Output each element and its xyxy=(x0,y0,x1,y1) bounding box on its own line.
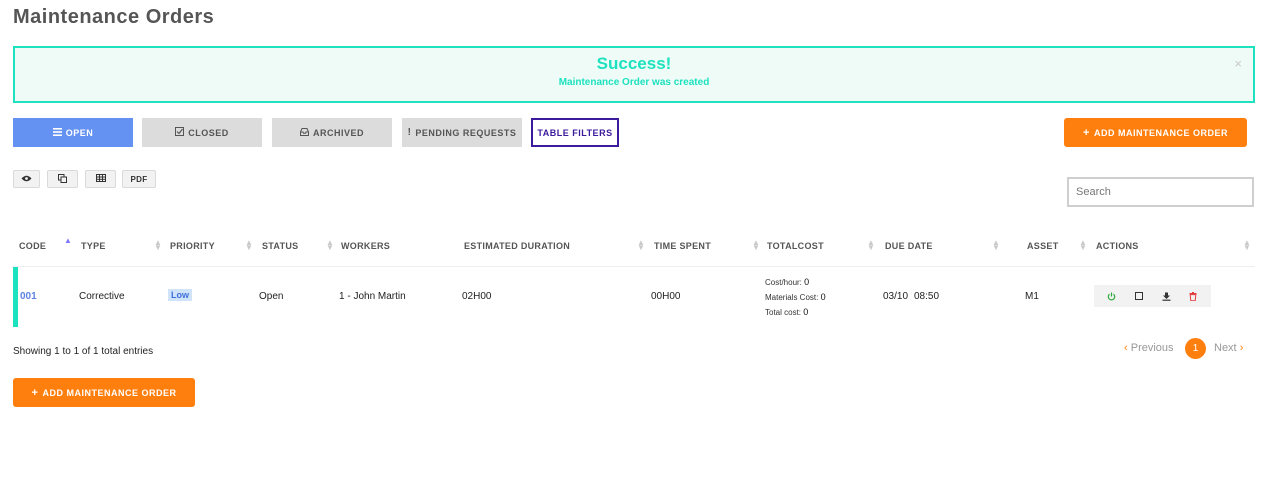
copy-button[interactable] xyxy=(47,170,78,188)
sort-icon[interactable]: ▲ ▼ xyxy=(245,239,253,252)
page-title: Maintenance Orders xyxy=(13,6,215,28)
column-header-type[interactable]: TYPE xyxy=(81,241,106,251)
sort-icon[interactable]: ▲ ▼ xyxy=(992,239,1000,252)
tab-archived[interactable]: ARCHIVED xyxy=(272,118,392,147)
alert-title: Success! xyxy=(596,54,672,73)
chevron-right-icon: › xyxy=(1239,342,1244,354)
column-header-due-date[interactable]: DUE DATE xyxy=(885,241,933,251)
power-icon[interactable] xyxy=(1101,287,1123,305)
sort-icon[interactable]: ▲ ▼ xyxy=(752,239,760,252)
inbox-icon xyxy=(299,127,309,138)
cell-time-spent: 00H00 xyxy=(651,291,681,302)
column-header-actions[interactable]: ACTIONS xyxy=(1096,241,1139,251)
row-status-accent xyxy=(13,267,18,327)
alert-message: Maintenance Order was created xyxy=(558,77,710,88)
order-code-link[interactable]: 001 xyxy=(20,291,37,302)
pagination-next[interactable]: Next › xyxy=(1214,342,1243,354)
column-header-asset[interactable]: ASSET xyxy=(1027,241,1059,251)
column-header-estimated-duration[interactable]: ESTIMATED DURATION xyxy=(464,241,570,251)
list-icon xyxy=(52,127,62,138)
copy-icon xyxy=(58,173,67,185)
column-header-status[interactable]: STATUS xyxy=(262,241,298,251)
cell-due-time: 08:50 xyxy=(914,291,940,302)
sort-icon[interactable]: ▲ ▼ xyxy=(1243,239,1251,252)
pagination-page-current[interactable]: 1 xyxy=(1185,338,1206,359)
tab-open[interactable]: OPEN xyxy=(13,118,133,147)
showing-entries: Showing 1 to 1 of 1 total entries xyxy=(13,346,154,357)
plus-icon: + xyxy=(1083,126,1090,139)
add-maintenance-order-button-top[interactable]: + ADD MAINTENANCE ORDER xyxy=(1064,118,1247,147)
sort-icon[interactable]: ▲ ▼ xyxy=(326,239,334,252)
trash-icon[interactable] xyxy=(1182,287,1204,305)
column-visibility-button[interactable] xyxy=(13,170,40,188)
cost-per-hour: Cost/hour: 0 xyxy=(765,277,809,287)
plus-icon: + xyxy=(31,386,39,399)
priority-badge: Low xyxy=(168,289,192,301)
sort-icon[interactable]: ▲ ▼ xyxy=(154,239,162,252)
pagination-next-label: Next xyxy=(1214,342,1237,354)
sort-icon[interactable]: ▲ ▼ xyxy=(637,239,645,252)
column-header-time-spent[interactable]: TIME SPENT xyxy=(654,241,711,251)
tab-archived-label: ARCHIVED xyxy=(312,127,364,138)
sort-icon[interactable]: ▲ ▼ xyxy=(867,239,875,252)
total-cost: Total cost: 0 xyxy=(765,307,808,317)
cost-hour-value: 0 xyxy=(804,277,810,287)
pagination-previous-label: Previous xyxy=(1130,342,1174,354)
sort-ascending-icon[interactable]: ▲ xyxy=(64,237,72,245)
cell-priority: Low xyxy=(168,289,192,301)
column-header-priority[interactable]: PRIORITY xyxy=(170,241,215,251)
sort-icon[interactable]: ▲ ▼ xyxy=(1079,239,1087,252)
cell-estimated-duration: 02H00 xyxy=(462,291,492,302)
eye-icon xyxy=(21,175,32,184)
cell-due-date: 03/10 xyxy=(883,291,909,302)
row-actions xyxy=(1094,285,1211,307)
tab-open-label: OPEN xyxy=(65,127,94,138)
total-cost-value: 0 xyxy=(803,307,809,317)
tab-pending-label: PENDING REQUESTS xyxy=(415,127,517,138)
pdf-button[interactable]: PDF xyxy=(122,170,156,188)
materials-cost: Materials Cost: 0 xyxy=(765,292,826,302)
column-header-workers[interactable]: WORKERS xyxy=(341,241,390,251)
add-order-label-top: ADD MAINTENANCE ORDER xyxy=(1093,127,1228,138)
close-icon[interactable]: × xyxy=(1234,56,1242,71)
cost-hour-label: Cost/hour: xyxy=(765,278,802,287)
table-row xyxy=(13,267,1255,327)
cell-type: Corrective xyxy=(79,291,125,302)
table-filters-button[interactable]: TABLE FILTERS xyxy=(531,118,619,147)
download-icon[interactable] xyxy=(1155,287,1177,305)
pagination-previous[interactable]: ‹ Previous xyxy=(1124,342,1174,354)
materials-cost-label: Materials Cost: xyxy=(765,293,819,302)
chevron-left-icon: ‹ xyxy=(1124,342,1128,354)
cell-workers: 1 - John Martin xyxy=(339,291,406,302)
excel-button[interactable] xyxy=(85,170,116,188)
add-order-label-bottom: ADD MAINTENANCE ORDER xyxy=(42,387,177,398)
total-cost-label: Total cost: xyxy=(765,308,802,317)
cell-asset: M1 xyxy=(1025,291,1039,302)
exclamation-icon: ! xyxy=(407,127,412,138)
check-square-icon xyxy=(175,127,185,138)
tab-closed-label: CLOSED xyxy=(188,127,229,138)
materials-cost-value: 0 xyxy=(820,292,826,302)
add-maintenance-order-button-bottom[interactable]: + ADD MAINTENANCE ORDER xyxy=(13,378,195,407)
table-icon xyxy=(95,174,106,184)
tab-pending-requests[interactable]: ! PENDING REQUESTS xyxy=(402,118,522,147)
column-header-code[interactable]: CODE xyxy=(19,241,46,251)
success-alert: Success! Maintenance Order was created × xyxy=(13,46,1255,103)
square-icon[interactable] xyxy=(1128,287,1150,305)
column-header-totalcost[interactable]: TOTALCOST xyxy=(767,241,824,251)
tab-closed[interactable]: CLOSED xyxy=(142,118,262,147)
cell-status: Open xyxy=(259,291,284,302)
search-input[interactable] xyxy=(1067,177,1254,207)
